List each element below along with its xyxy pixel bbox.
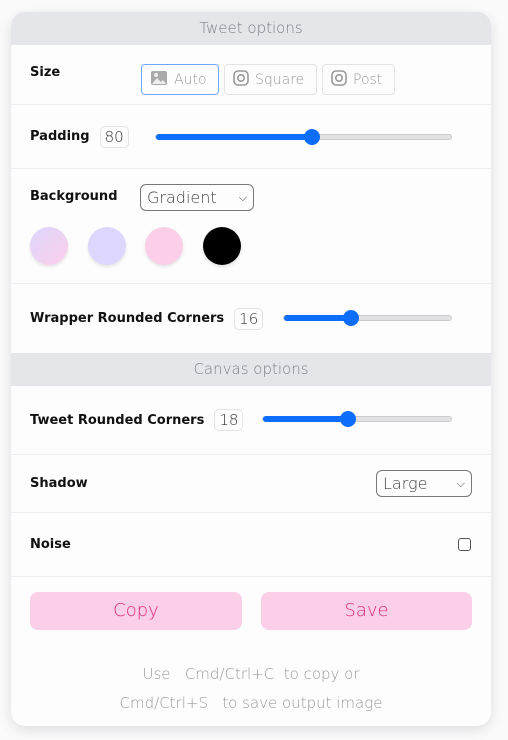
swatch-lavender[interactable] [88,227,126,265]
tweet-corners-value: 18 [214,409,244,431]
slider-thumb[interactable] [342,310,359,326]
padding-row: Padding 80 [11,105,491,169]
save-button[interactable]: Save [261,592,472,630]
copy-button[interactable]: Copy [30,592,242,630]
tweet-options-header: Tweet options [11,12,491,45]
canvas-options-header: Canvas options [11,353,491,386]
background-select[interactable]: Gradient ⌵ [140,184,254,211]
size-row: Size Auto Square Post [11,45,491,105]
chevron-down-icon: ⌵ [456,476,465,490]
size-post-button[interactable]: Post [322,64,395,95]
swatch-black[interactable] [203,227,241,265]
instagram-icon [233,69,249,90]
background-label: Background [30,189,118,204]
tweet-corners-slider[interactable] [262,411,452,427]
size-auto-button[interactable]: Auto [141,64,219,95]
instagram-icon [331,69,347,90]
tweet-corners-row: Tweet Rounded Corners 18 [11,386,491,455]
size-square-button[interactable]: Square [224,64,317,95]
swatch-gradient-1[interactable] [30,227,68,265]
footer-line-1: Use Cmd/Ctrl+C to copy or [142,665,360,683]
wrapper-corners-row: Wrapper Rounded Corners 16 [11,284,491,353]
wrapper-corners-label: Wrapper Rounded Corners [30,311,225,326]
wrapper-corners-slider[interactable] [283,310,452,326]
noise-label: Noise [30,537,71,552]
padding-value: 80 [99,125,129,148]
size-label: Size [30,65,61,80]
options-panel: Tweet options Size Auto Square Post Padd… [11,12,491,726]
slider-fill [263,416,348,422]
shadow-label: Shadow [30,476,88,491]
chevron-down-icon: ⌵ [238,190,247,204]
slider-thumb[interactable] [339,411,356,427]
slider-fill [284,315,351,321]
slider-thumb[interactable] [304,129,321,145]
wrapper-corners-value: 16 [234,307,264,330]
image-icon [150,70,168,90]
footer-line-2: Cmd/Ctrl+S to save output image [119,694,383,712]
shadow-row: Shadow Large ⌵ [11,455,491,513]
padding-label: Padding [30,129,90,144]
background-row: Background Gradient ⌵ [11,169,491,284]
padding-slider[interactable] [155,129,452,145]
shadow-select[interactable]: Large ⌵ [376,470,472,497]
slider-fill [156,134,313,140]
tweet-corners-label: Tweet Rounded Corners [30,412,205,428]
noise-checkbox[interactable] [458,538,471,551]
swatch-pink[interactable] [145,227,183,265]
noise-row: Noise [11,513,491,577]
